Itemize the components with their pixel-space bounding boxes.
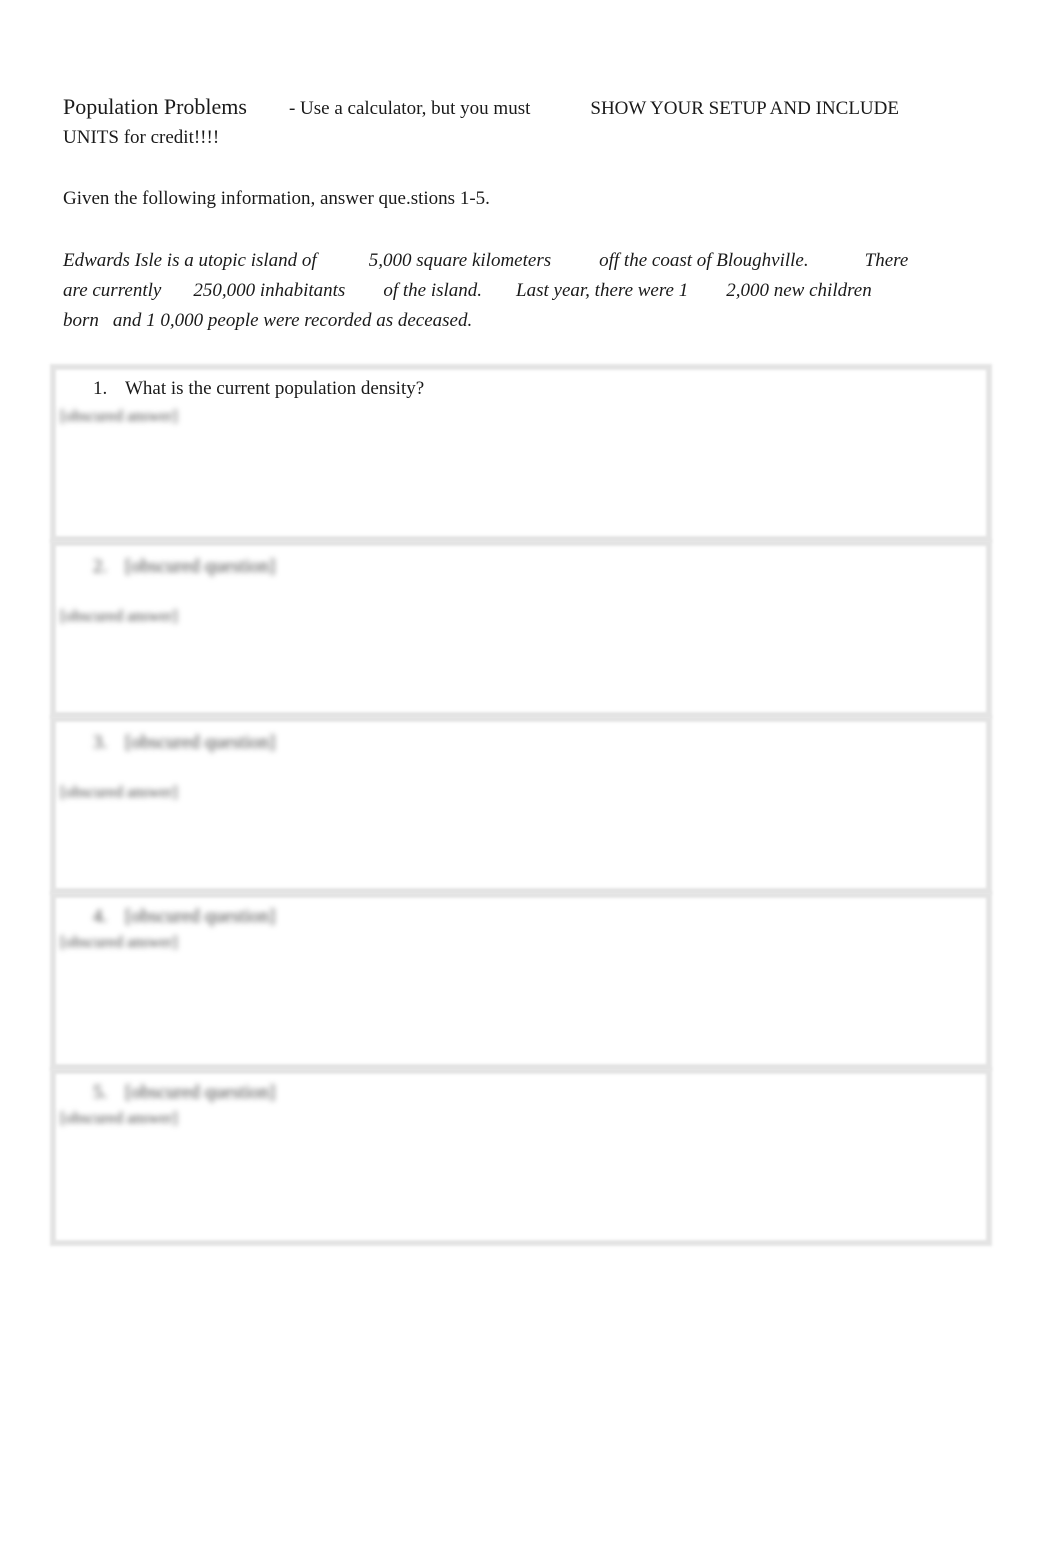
scenario-line-2: are currently 250,000 inhabitants of the i… — [63, 276, 993, 306]
question-text: [obscured question] — [125, 556, 276, 577]
instruction-part-2: SHOW YOUR SETUP AND INCLUDE — [590, 98, 899, 119]
question-text: What is the current population density? — [125, 378, 425, 399]
answer-4: [obscured answer] — [60, 934, 178, 951]
question-2: 2. [obscured question] — [93, 556, 275, 578]
instruction-part-1: - Use a calculator, but you must — [288, 98, 531, 119]
answer-5: [obscured answer] — [60, 1110, 178, 1127]
question-number: 5. — [93, 1082, 108, 1103]
question-number: 1. — [93, 378, 108, 399]
questions-list: 1. What is the current population density… — [50, 364, 992, 1246]
question-4: 4. [obscured question] — [93, 906, 275, 928]
answer-1: [obscured answer] — [60, 408, 178, 425]
scenario-text: are currently — [63, 280, 162, 301]
answer-2: [obscured answer] — [60, 608, 178, 625]
scenario-text: of the island. — [383, 280, 483, 301]
scenario-text: and 1 0,000 people were recorded as dece… — [112, 310, 473, 331]
question-number: 3. — [93, 732, 108, 753]
scenario-text: 2,000 new children — [726, 280, 872, 301]
instruction-line-2: UNITS for credit!!!! — [63, 127, 220, 148]
question-text: [obscured question] — [125, 732, 276, 753]
question-text: [obscured question] — [125, 906, 276, 927]
question-text: [obscured question] — [125, 1082, 276, 1103]
scenario-text: Last year, there were 1 — [516, 280, 689, 301]
intro-text: Given the following information, answer … — [63, 188, 490, 209]
scenario-text: Edwards Isle is a utopic island of — [63, 250, 317, 271]
scenario-paragraph: Edwards Isle is a utopic island of 5,000 … — [63, 246, 993, 336]
scenario-text: born — [63, 310, 99, 331]
question-number: 2. — [93, 556, 108, 577]
page-title: Population Problems — [63, 94, 247, 119]
scenario-text: 250,000 inhabitants — [193, 280, 346, 301]
scenario-text: off the coast of Bloughville. — [599, 250, 809, 271]
question-number: 4. — [93, 906, 108, 927]
answer-3: [obscured answer] — [60, 784, 178, 801]
scenario-line-3: born and 1 0,000 people were recorded as … — [63, 306, 993, 336]
question-3: 3. [obscured question] — [93, 732, 275, 754]
question-1: 1. What is the current population density… — [93, 378, 424, 400]
question-5: 5. [obscured question] — [93, 1082, 275, 1104]
scenario-text: 5,000 square kilometers — [368, 250, 552, 271]
header-line-1: Population Problems - Use a calculator, b… — [63, 94, 899, 120]
scenario-line-1: Edwards Isle is a utopic island of 5,000 … — [63, 246, 993, 276]
scenario-text: There — [864, 250, 909, 271]
